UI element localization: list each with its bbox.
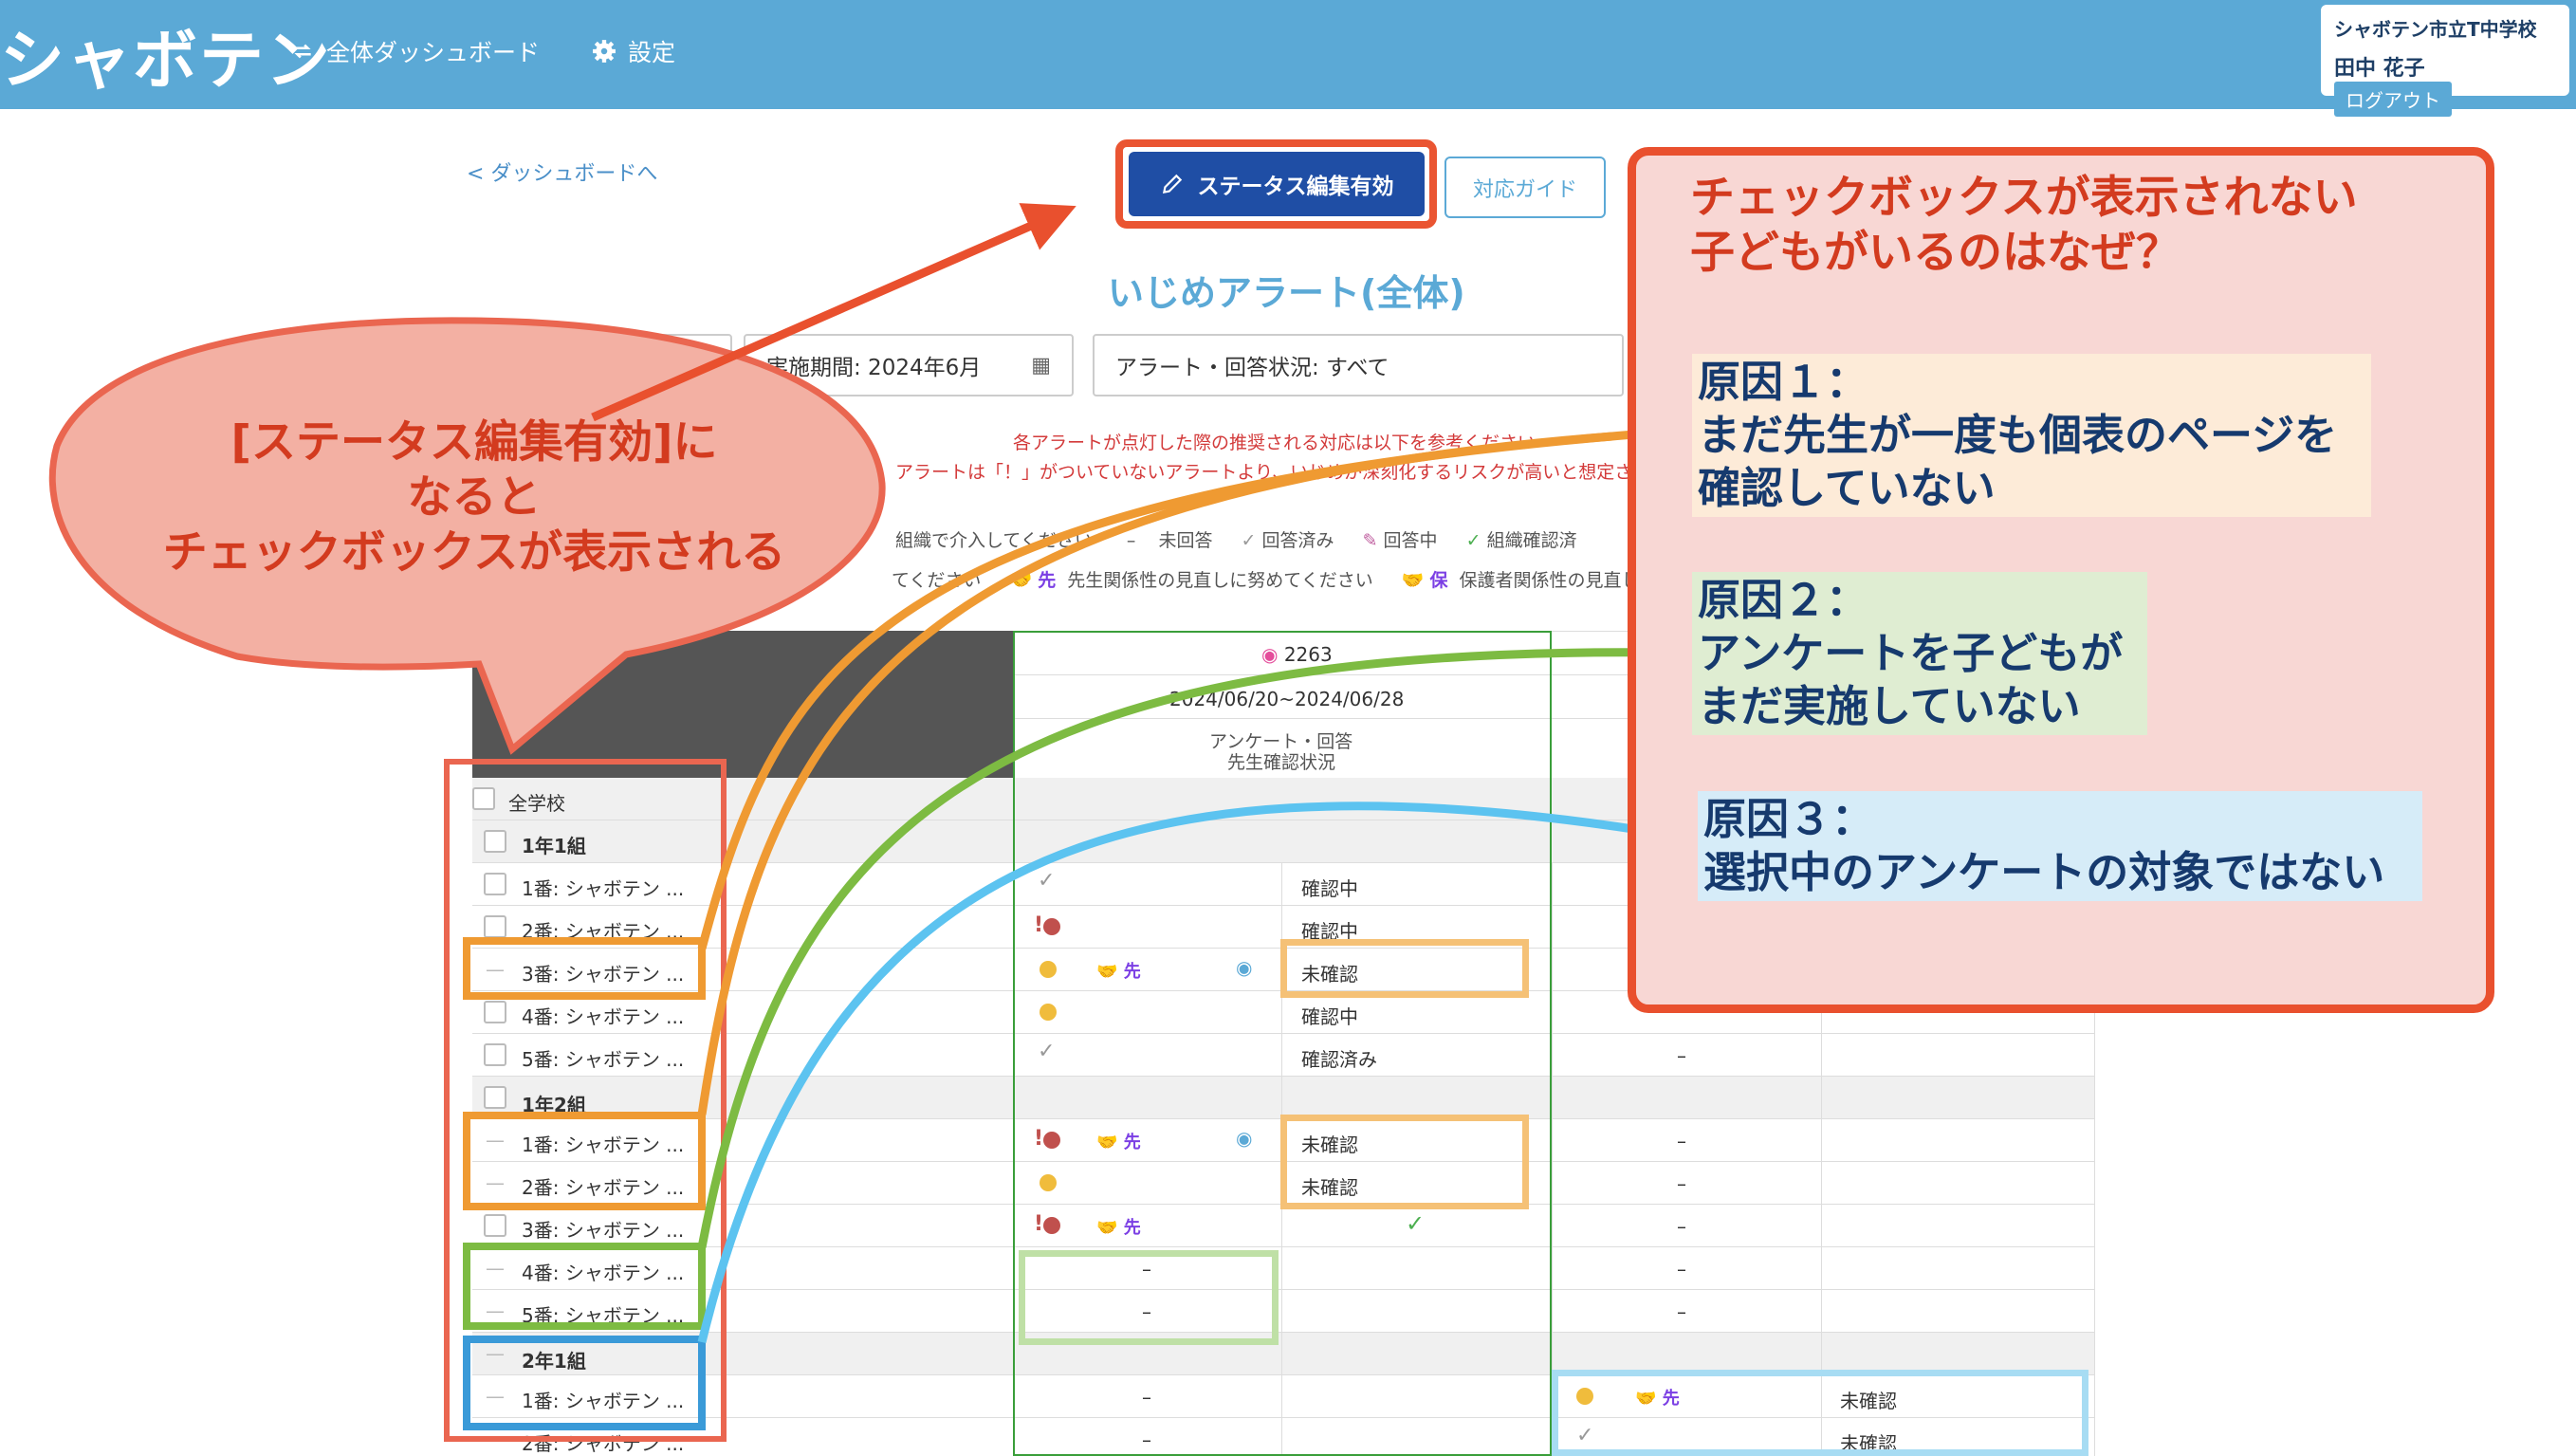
reason-line: 原因１： xyxy=(1698,357,1869,407)
bubble-text: [ステータス編集有効]に なると チェックボックスが表示される xyxy=(114,415,835,581)
callout-title: チェックボックスが表示されない 子どもがいるのはなぜ？ xyxy=(1690,171,2358,281)
bubble-line: チェックボックスが表示される xyxy=(162,526,786,579)
reason-2: 原因２： アンケートを子どもが まだ実施していない xyxy=(1692,572,2147,735)
reason-line: まだ実施していない xyxy=(1698,681,2081,731)
reason-3: 原因３： 選択中のアンケートの対象ではない xyxy=(1698,791,2422,901)
reason-1: 原因１： まだ先生が一度も個表のページを 確認していない xyxy=(1692,354,2371,517)
bubble-arrow xyxy=(591,203,1076,422)
bubble-line: なると xyxy=(407,471,542,524)
bubble-line: [ステータス編集有効]に xyxy=(230,416,718,469)
reason-line: 選択中のアンケートの対象ではない xyxy=(1703,847,2385,897)
green-arrow xyxy=(697,631,1677,1248)
reason-line: 確認していない xyxy=(1698,463,1996,513)
callout-title-line: 子どもがいるのはなぜ？ xyxy=(1690,227,2180,279)
reason-line: 原因２： xyxy=(1698,575,1869,625)
callout-title-line: チェックボックスが表示されない xyxy=(1690,172,2358,224)
reason-line: まだ先生が一度も個表のページを xyxy=(1698,410,2338,460)
reason-line: アンケートを子どもが xyxy=(1698,628,2124,678)
reason-line: 原因３： xyxy=(1703,794,1875,844)
